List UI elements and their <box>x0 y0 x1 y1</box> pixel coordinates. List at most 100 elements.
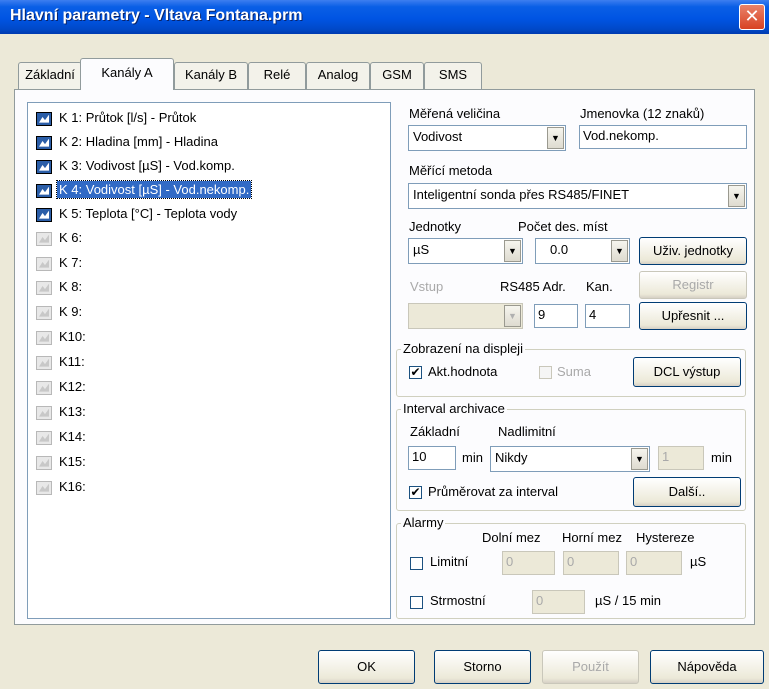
channel-icon <box>36 380 52 395</box>
channel-icon <box>36 455 52 470</box>
chevron-down-icon[interactable]: ▼ <box>611 240 628 262</box>
list-item[interactable]: K11: <box>36 351 87 373</box>
tab-kanaly-b[interactable]: Kanály B <box>174 62 248 89</box>
nameplate-field[interactable]: Vod.nekomp. <box>579 125 747 149</box>
tab-gsm[interactable]: GSM <box>370 62 424 89</box>
rs485-adr-label: RS485 Adr. <box>500 279 566 294</box>
rs485-address-field[interactable]: 9 <box>534 304 578 328</box>
upper-limit-field[interactable]: 0 <box>563 551 619 575</box>
list-item[interactable]: K15: <box>36 451 88 473</box>
chevron-down-icon[interactable]: ▼ <box>728 185 745 207</box>
close-icon[interactable]: ✕ <box>739 4 765 30</box>
cancel-button[interactable]: Storno <box>434 650 531 684</box>
archive-group-title: Interval archivace <box>401 401 507 416</box>
chevron-down-icon[interactable]: ▼ <box>504 305 521 327</box>
alarms-group-title: Alarmy <box>401 515 446 530</box>
tab-kanaly-a[interactable]: Kanály A <box>80 58 174 90</box>
measured-value: Vodivost <box>413 129 463 144</box>
nameplate-label: Jmenovka (12 znaků) <box>580 106 705 121</box>
hysteresis-field[interactable]: 0 <box>626 551 682 575</box>
method-value: Inteligentní sonda přes RS485/FINET <box>413 187 630 202</box>
channel-list[interactable]: K 1: Průtok [l/s] - Průtok K 2: Hladina … <box>27 102 391 619</box>
limit-checkbox[interactable] <box>410 557 423 570</box>
input-dropdown[interactable]: ▼ <box>408 303 523 329</box>
list-item[interactable]: K 3: Vodivost [µS] - Vod.komp. <box>36 155 237 177</box>
list-item-selected[interactable]: K 4: Vodivost [µS] - Vod.nekomp. <box>36 179 253 201</box>
list-item[interactable]: K10: <box>36 326 88 348</box>
channel-icon <box>36 280 52 295</box>
chevron-down-icon[interactable]: ▼ <box>547 127 564 149</box>
measured-label: Měřená veličina <box>409 106 501 121</box>
tab-analog[interactable]: Analog <box>306 62 370 89</box>
lower-limit-field[interactable]: 0 <box>502 551 555 575</box>
slope-unit: µS / 15 min <box>595 593 662 608</box>
hysteresis-label: Hystereze <box>636 530 695 545</box>
channel-icon <box>36 159 52 174</box>
basic-interval-field[interactable]: 10 <box>408 446 456 470</box>
register-button[interactable]: Registr <box>639 271 747 299</box>
more-button[interactable]: Další.. <box>633 477 741 507</box>
units-value: µS <box>413 242 430 257</box>
channel-icon <box>36 355 52 370</box>
apply-button[interactable]: Použít <box>542 650 639 684</box>
over-limit-min-field[interactable]: 1 <box>658 446 704 470</box>
window-title: Hlavní parametry - Vltava Fontana.prm <box>10 7 303 24</box>
over-min-unit: min <box>711 450 732 465</box>
list-item[interactable]: K16: <box>36 476 88 498</box>
list-item[interactable]: K 5: Teplota [°C] - Teplota vody <box>36 203 239 225</box>
channel-icon <box>36 480 52 495</box>
sum-label: Suma <box>557 364 591 379</box>
decimals-dropdown[interactable]: 0.0 ▼ <box>535 238 630 264</box>
slope-checkbox[interactable] <box>410 596 423 609</box>
basic-interval-label: Základní <box>410 424 460 439</box>
tab-sms[interactable]: SMS <box>424 62 482 89</box>
units-dropdown[interactable]: µS ▼ <box>408 238 523 264</box>
decimals-value: 0.0 <box>550 242 569 257</box>
input-label: Vstup <box>410 279 444 294</box>
measured-dropdown[interactable]: Vodivost ▼ <box>408 125 566 151</box>
act-value-checkbox[interactable]: ✔ <box>409 366 422 379</box>
list-item[interactable]: K 9: <box>36 301 84 323</box>
average-checkbox[interactable]: ✔ <box>409 486 422 499</box>
channel-icon <box>36 207 52 222</box>
list-item[interactable]: K 1: Průtok [l/s] - Průtok <box>36 107 198 129</box>
channel-icon <box>36 330 52 345</box>
list-item[interactable]: K14: <box>36 426 88 448</box>
list-item[interactable]: K13: <box>36 401 88 423</box>
act-value-label: Akt.hodnota <box>428 364 498 379</box>
method-label: Měřící metoda <box>409 163 493 178</box>
slope-field[interactable]: 0 <box>532 590 585 614</box>
limit-label: Limitní <box>430 554 469 569</box>
over-limit-dropdown[interactable]: Nikdy ▼ <box>490 446 650 472</box>
channel-icon <box>36 111 52 126</box>
average-label: Průměrovat za interval <box>428 484 559 499</box>
list-item[interactable]: K 8: <box>36 276 84 298</box>
method-dropdown[interactable]: Inteligentní sonda přes RS485/FINET ▼ <box>408 183 747 209</box>
limit-unit: µS <box>690 554 707 569</box>
channel-icon <box>36 405 52 420</box>
slope-label: Strmostní <box>430 593 486 608</box>
list-item[interactable]: K 2: Hladina [mm] - Hladina <box>36 131 220 153</box>
chevron-down-icon[interactable]: ▼ <box>504 240 521 262</box>
refine-button[interactable]: Upřesnit ... <box>639 302 747 330</box>
basic-min-unit: min <box>462 450 483 465</box>
tab-zakladni[interactable]: Základní <box>18 62 82 89</box>
sum-checkbox[interactable] <box>539 366 552 379</box>
dcl-output-button[interactable]: DCL výstup <box>633 357 741 387</box>
display-group-title: Zobrazení na displeji <box>401 341 525 356</box>
chevron-down-icon[interactable]: ▼ <box>631 448 648 470</box>
rs485-kan-label: Kan. <box>586 279 613 294</box>
tab-rele[interactable]: Relé <box>248 62 306 89</box>
ok-button[interactable]: OK <box>318 650 415 684</box>
rs485-channel-field[interactable]: 4 <box>585 304 630 328</box>
units-label: Jednotky <box>409 219 462 234</box>
list-item[interactable]: K 6: <box>36 227 84 249</box>
upper-limit-label: Horní mez <box>562 530 622 545</box>
channel-icon <box>36 430 52 445</box>
lower-limit-label: Dolní mez <box>482 530 541 545</box>
help-button[interactable]: Nápověda <box>650 650 764 684</box>
list-item[interactable]: K 7: <box>36 252 84 274</box>
channel-icon <box>36 231 52 246</box>
list-item[interactable]: K12: <box>36 376 88 398</box>
user-units-button[interactable]: Uživ. jednotky <box>639 237 747 265</box>
